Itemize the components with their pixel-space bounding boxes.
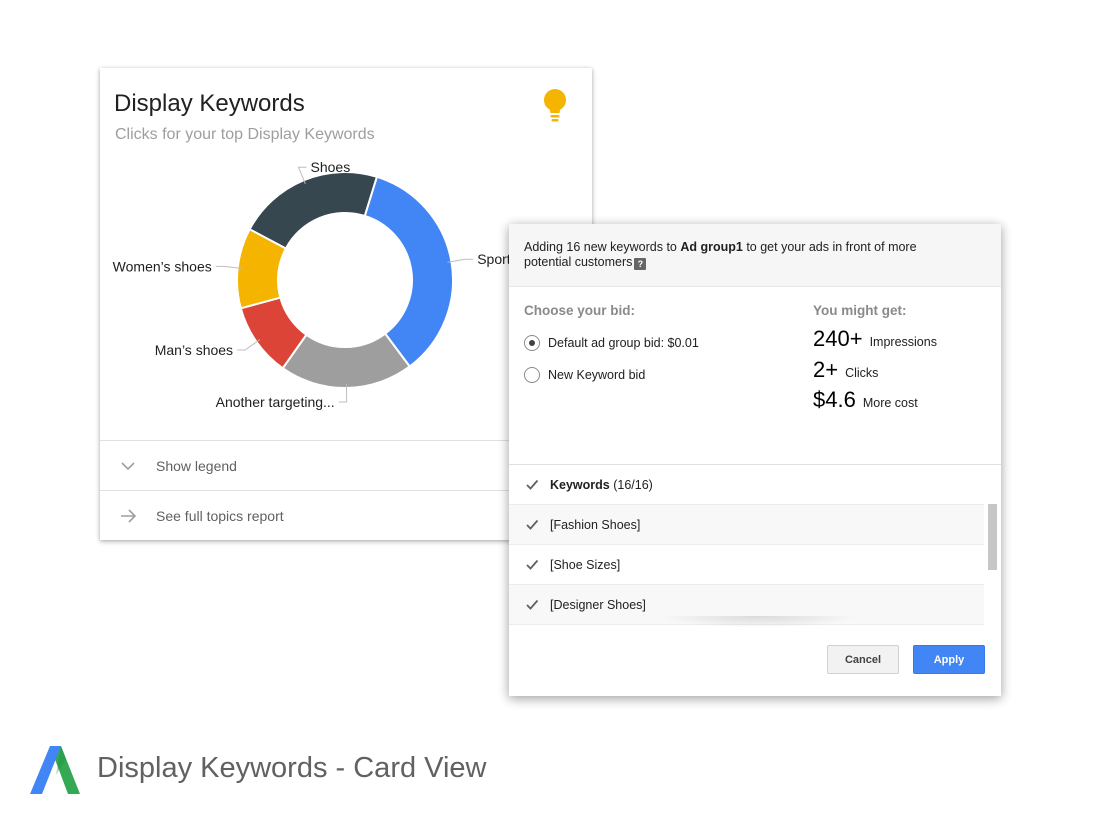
radio-new-keyword-bid[interactable]: New Keyword bid	[524, 367, 645, 383]
slice-label: Another targeting...	[216, 394, 335, 410]
checkbox-checked-icon[interactable]	[525, 478, 539, 492]
show-legend-label: Show legend	[156, 458, 237, 474]
slice-label: Women’s shoes	[113, 258, 212, 274]
keyword-label: [Designer Shoes]	[550, 597, 646, 612]
slice-label: Man’s shoes	[155, 342, 233, 358]
ad-group-name: Ad group1	[680, 240, 743, 254]
checkbox-checked-icon[interactable]	[525, 518, 539, 532]
slice-label: Shoes	[311, 159, 351, 175]
keyword-label: [Shoe Sizes]	[550, 557, 621, 572]
radio-label: Default ad group bid: $0.01	[548, 336, 699, 350]
full-report-label: See full topics report	[156, 508, 284, 524]
stat-unit: More cost	[862, 396, 918, 410]
card-subtitle: Clicks for your top Display Keywords	[115, 126, 375, 143]
header-prefix: Adding 16 new keywords to	[524, 240, 681, 254]
keywords-header-label: Keywords (16/16)	[550, 478, 653, 492]
donut-slice[interactable]	[248, 171, 379, 250]
radio-button[interactable]	[524, 335, 540, 351]
card-title: Display Keywords	[114, 90, 305, 117]
adwords-logo-icon	[30, 746, 80, 794]
stat-unit: Clicks	[845, 366, 879, 380]
lightbulb-icon[interactable]	[541, 88, 569, 122]
checkbox-checked-icon[interactable]	[525, 598, 539, 612]
stat-value: 2+	[813, 357, 839, 382]
add-keywords-dialog: Adding 16 new keywords to Ad group1 to g…	[509, 224, 1001, 696]
page-caption: Display Keywords - Card View	[97, 752, 487, 784]
dialog-header: Adding 16 new keywords to Ad group1 to g…	[509, 224, 1001, 287]
keyword-label: [Fashion Shoes]	[550, 517, 641, 532]
keyword-row[interactable]: [Shoe Sizes]	[509, 545, 984, 585]
radio-label: New Keyword bid	[548, 368, 646, 382]
scroll-shadow	[659, 616, 859, 628]
radio-button[interactable]	[524, 367, 540, 383]
stat-cost: $4.6 More cost	[813, 387, 918, 413]
stat-value: $4.6	[813, 387, 856, 412]
stat-unit: Impressions	[869, 335, 937, 349]
stat-clicks: 2+ Clicks	[813, 357, 878, 383]
chevron-down-icon	[100, 461, 156, 471]
dialog-header-text: Adding 16 new keywords to Ad group1 to g…	[524, 240, 964, 270]
checkbox-checked-icon[interactable]	[525, 558, 539, 572]
stat-impressions: 240+ Impressions	[813, 326, 937, 352]
scrollbar[interactable]	[988, 504, 997, 570]
arrow-right-icon	[100, 509, 156, 523]
keywords-count: (16/16)	[609, 477, 653, 492]
stat-value: 240+	[813, 326, 863, 351]
radio-default-bid[interactable]: Default ad group bid: $0.01	[524, 335, 699, 351]
help-icon[interactable]: ?	[634, 258, 647, 270]
might-get-label: You might get:	[813, 303, 907, 318]
keywords-header-row[interactable]: Keywords (16/16)	[509, 465, 984, 505]
keywords-title: Keywords	[550, 477, 610, 492]
keyword-row[interactable]: [Fashion Shoes]	[509, 505, 984, 545]
apply-button[interactable]: Apply	[913, 645, 985, 674]
cancel-button[interactable]: Cancel	[827, 645, 899, 674]
bid-section-label: Choose your bid:	[524, 303, 635, 318]
